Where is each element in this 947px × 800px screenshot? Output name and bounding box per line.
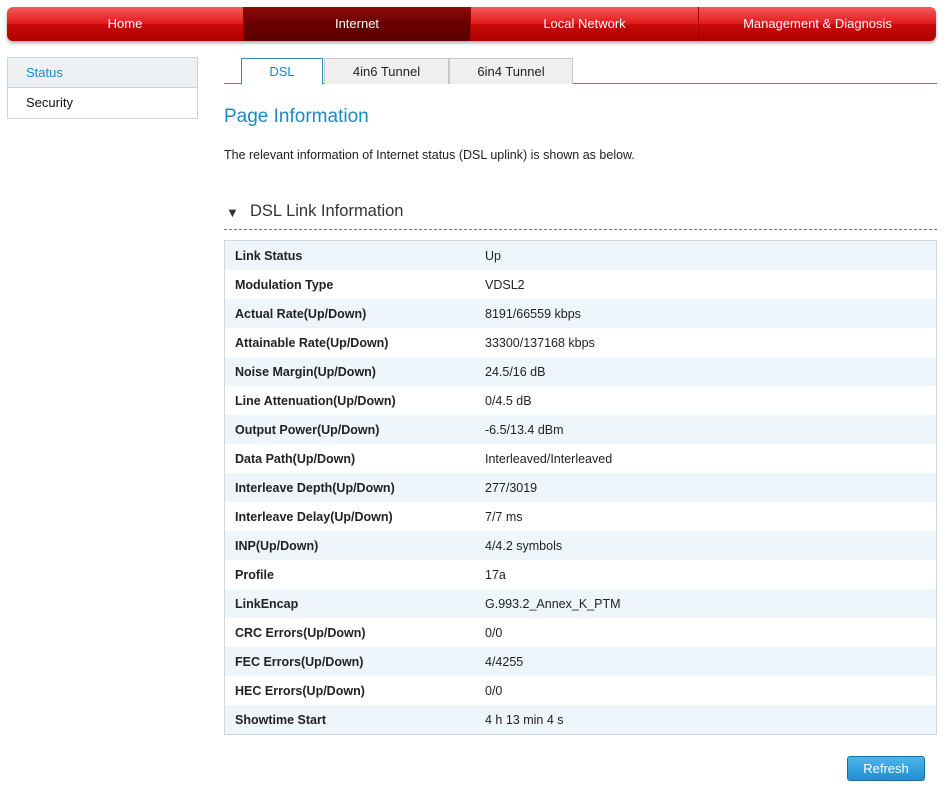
- row-label: Attainable Rate(Up/Down): [235, 335, 389, 350]
- refresh-button[interactable]: Refresh: [847, 756, 925, 781]
- nav-tab-management-diagnosis[interactable]: Management & Diagnosis: [699, 7, 936, 41]
- row-label: INP(Up/Down): [235, 538, 319, 553]
- page-title: Page Information: [224, 106, 369, 127]
- row-value: 4 h 13 min 4 s: [485, 712, 564, 727]
- row-label: LinkEncap: [235, 596, 299, 611]
- table-row: Data Path(Up/Down) Interleaved/Interleave…: [225, 444, 936, 473]
- row-value: 33300/137168 kbps: [485, 335, 595, 350]
- nav-tab-home[interactable]: Home: [7, 7, 244, 41]
- table-row: Noise Margin(Up/Down) 24.5/16 dB: [225, 357, 936, 386]
- row-value: VDSL2: [485, 277, 525, 292]
- table-row: CRC Errors(Up/Down) 0/0: [225, 618, 936, 647]
- row-value: Interleaved/Interleaved: [485, 451, 613, 466]
- tab-6in4-tunnel[interactable]: 6in4 Tunnel: [449, 58, 573, 84]
- row-label: CRC Errors(Up/Down): [235, 625, 366, 640]
- row-value: 0/0: [485, 683, 503, 698]
- row-label: Data Path(Up/Down): [235, 451, 356, 466]
- row-value: 0/0: [485, 625, 503, 640]
- row-label: Profile: [235, 567, 274, 582]
- table-row: Showtime Start 4 h 13 min 4 s: [225, 705, 936, 734]
- row-value: 17a: [485, 567, 506, 582]
- row-label: Noise Margin(Up/Down): [235, 364, 376, 379]
- row-label: HEC Errors(Up/Down): [235, 683, 365, 698]
- section-title: DSL Link Information: [250, 202, 404, 220]
- row-value: 4/4.2 symbols: [485, 538, 563, 553]
- section-header[interactable]: ▼ DSL Link Information: [224, 200, 937, 230]
- row-value: -6.5/13.4 dBm: [485, 422, 564, 437]
- table-row: Interleave Depth(Up/Down) 277/3019: [225, 473, 936, 502]
- table-row: Interleave Delay(Up/Down) 7/7 ms: [225, 502, 936, 531]
- table-row: Output Power(Up/Down) -6.5/13.4 dBm: [225, 415, 936, 444]
- tab-dsl[interactable]: DSL: [241, 58, 323, 85]
- row-value: 8191/66559 kbps: [485, 306, 581, 321]
- table-row: LinkEncap G.993.2_Annex_K_PTM: [225, 589, 936, 618]
- table-row: INP(Up/Down) 4/4.2 symbols: [225, 531, 936, 560]
- nav-tab-internet[interactable]: Internet: [244, 7, 471, 41]
- nav-tab-local-network[interactable]: Local Network: [471, 7, 699, 41]
- table-row: Actual Rate(Up/Down) 8191/66559 kbps: [225, 299, 936, 328]
- row-label: FEC Errors(Up/Down): [235, 654, 364, 669]
- sub-tabs: DSL 4in6 Tunnel 6in4 Tunnel: [224, 58, 937, 85]
- sidebar-item-status[interactable]: Status: [8, 58, 197, 88]
- row-label: Line Attenuation(Up/Down): [235, 393, 396, 408]
- row-label: Actual Rate(Up/Down): [235, 306, 367, 321]
- row-value: 24.5/16 dB: [485, 364, 546, 379]
- row-value: 4/4255: [485, 654, 524, 669]
- table-row: Modulation Type VDSL2: [225, 270, 936, 299]
- table-row: Line Attenuation(Up/Down) 0/4.5 dB: [225, 386, 936, 415]
- sidebar-menu: Status Security: [7, 57, 198, 119]
- sidebar-item-security[interactable]: Security: [8, 88, 197, 118]
- row-label: Modulation Type: [235, 277, 334, 292]
- row-label: Interleave Depth(Up/Down): [235, 480, 395, 495]
- row-label: Showtime Start: [235, 712, 326, 727]
- table-row: Attainable Rate(Up/Down) 33300/137168 kbp…: [225, 328, 936, 357]
- table-row: HEC Errors(Up/Down) 0/0: [225, 676, 936, 705]
- row-label: Interleave Delay(Up/Down): [235, 509, 393, 524]
- row-value: 0/4.5 dB: [485, 393, 532, 408]
- table-row: Profile 17a: [225, 560, 936, 589]
- row-value: G.993.2_Annex_K_PTM: [485, 596, 621, 611]
- tab-4in6-tunnel[interactable]: 4in6 Tunnel: [324, 58, 449, 84]
- table-row: Link Status Up: [225, 241, 936, 270]
- collapse-arrow-icon[interactable]: ▼: [226, 205, 239, 220]
- page-description: The relevant information of Internet sta…: [224, 148, 635, 162]
- table-row: FEC Errors(Up/Down) 4/4255: [225, 647, 936, 676]
- dsl-link-info-table: Link Status Up Modulation Type VDSL2 Actual …: [224, 240, 937, 735]
- top-navigation: Home Internet Local Network Management &…: [7, 7, 936, 41]
- row-value: Up: [485, 248, 501, 263]
- row-value: 7/7 ms: [485, 509, 523, 524]
- row-value: 277/3019: [485, 480, 538, 495]
- row-label: Output Power(Up/Down): [235, 422, 380, 437]
- row-label: Link Status: [235, 248, 303, 263]
